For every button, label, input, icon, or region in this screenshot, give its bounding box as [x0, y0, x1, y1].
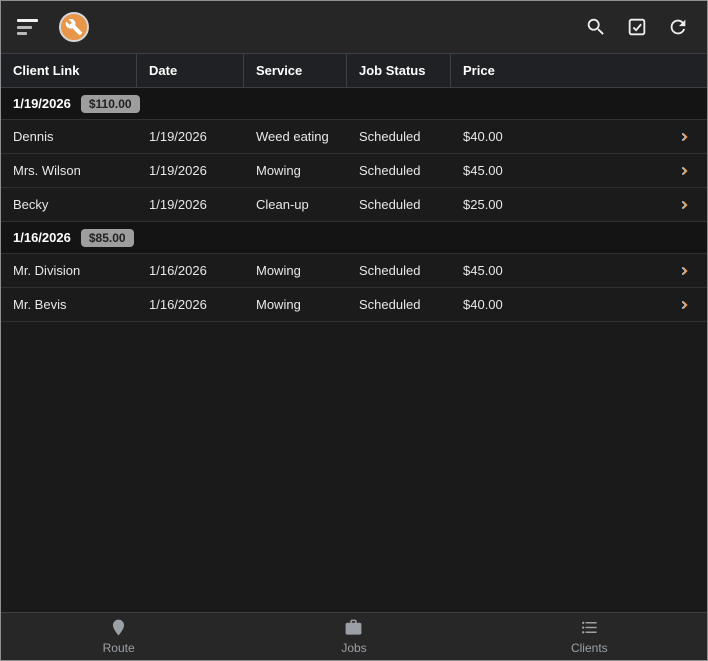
table-row[interactable]: Mr. Division 1/16/2026 Mowing Scheduled … [1, 254, 707, 288]
cell-client: Mrs. Wilson [13, 163, 81, 178]
column-header-client-link[interactable]: Client Link [1, 54, 137, 87]
group-date: 1/19/2026 [13, 96, 71, 111]
cell-date: 1/19/2026 [149, 129, 207, 144]
table-header-row: Client Link Date Service Job Status Pric… [1, 53, 707, 88]
cell-status: Scheduled [359, 129, 421, 144]
table-row[interactable]: Dennis 1/19/2026 Weed eating Scheduled $… [1, 120, 707, 154]
cell-service: Mowing [256, 297, 301, 312]
group-total-badge: $85.00 [80, 228, 134, 247]
price-value: $25.00 [463, 197, 503, 212]
chevron-right-icon[interactable] [677, 297, 707, 313]
app-window: Client Link Date Service Job Status Pric… [0, 0, 708, 661]
group-header-row: 1/19/2026 $110.00 [1, 88, 707, 120]
menu-icon[interactable] [17, 19, 39, 35]
cell-client: Becky [13, 197, 49, 212]
cell-price: $40.00 [451, 297, 707, 313]
cell-date: 1/16/2026 [149, 297, 207, 312]
price-value: $45.00 [463, 163, 503, 178]
group-total-badge: $110.00 [80, 94, 140, 113]
nav-item-jobs[interactable]: Jobs [236, 613, 471, 660]
cell-client: Mr. Division [13, 263, 81, 278]
cell-service: Mowing [256, 163, 301, 178]
table-row[interactable]: Mrs. Wilson 1/19/2026 Mowing Scheduled $… [1, 154, 707, 188]
nav-label: Jobs [341, 641, 367, 655]
chevron-right-icon[interactable] [677, 263, 707, 279]
cell-service: Mowing [256, 263, 301, 278]
column-header-date[interactable]: Date [137, 54, 244, 87]
cell-status: Scheduled [359, 263, 421, 278]
group-date: 1/16/2026 [13, 230, 71, 245]
column-header-job-status[interactable]: Job Status [347, 54, 451, 87]
topbar-actions [583, 14, 691, 40]
cell-status: Scheduled [359, 163, 421, 178]
empty-content-area [1, 322, 707, 612]
cell-client: Dennis [13, 129, 54, 144]
refresh-icon[interactable] [665, 14, 691, 40]
column-header-price[interactable]: Price [451, 54, 707, 87]
cell-price: $25.00 [451, 197, 707, 213]
briefcase-icon [344, 618, 363, 640]
table-row[interactable]: Becky 1/19/2026 Clean-up Scheduled $25.0… [1, 188, 707, 222]
column-header-service[interactable]: Service [244, 54, 347, 87]
cell-date: 1/19/2026 [149, 163, 207, 178]
top-bar [1, 1, 707, 53]
nav-label: Clients [570, 641, 608, 655]
price-value: $40.00 [463, 297, 503, 312]
group-header-row: 1/16/2026 $85.00 [1, 222, 707, 254]
cell-status: Scheduled [359, 197, 421, 212]
cell-service: Clean-up [256, 197, 309, 212]
route-pin-icon [109, 618, 128, 640]
cell-status: Scheduled [359, 297, 421, 312]
nav-label: Route [102, 641, 135, 655]
cell-price: $40.00 [451, 129, 707, 145]
cell-service: Weed eating [256, 129, 329, 144]
cell-price: $45.00 [451, 263, 707, 279]
list-icon [580, 618, 599, 640]
chevron-right-icon[interactable] [677, 129, 707, 145]
app-logo-wrench-icon[interactable] [59, 12, 89, 42]
chevron-right-icon[interactable] [677, 197, 707, 213]
cell-price: $45.00 [451, 163, 707, 179]
search-icon[interactable] [583, 14, 609, 40]
cell-date: 1/19/2026 [149, 197, 207, 212]
nav-item-clients[interactable]: Clients [472, 613, 707, 660]
nav-item-route[interactable]: Route [1, 613, 236, 660]
table-row[interactable]: Mr. Bevis 1/16/2026 Mowing Scheduled $40… [1, 288, 707, 322]
cell-date: 1/16/2026 [149, 263, 207, 278]
chevron-right-icon[interactable] [677, 163, 707, 179]
price-value: $45.00 [463, 263, 503, 278]
select-checkbox-icon[interactable] [624, 14, 650, 40]
price-value: $40.00 [463, 129, 503, 144]
cell-client: Mr. Bevis [13, 297, 67, 312]
bottom-nav: Route Jobs Clients [1, 612, 707, 660]
